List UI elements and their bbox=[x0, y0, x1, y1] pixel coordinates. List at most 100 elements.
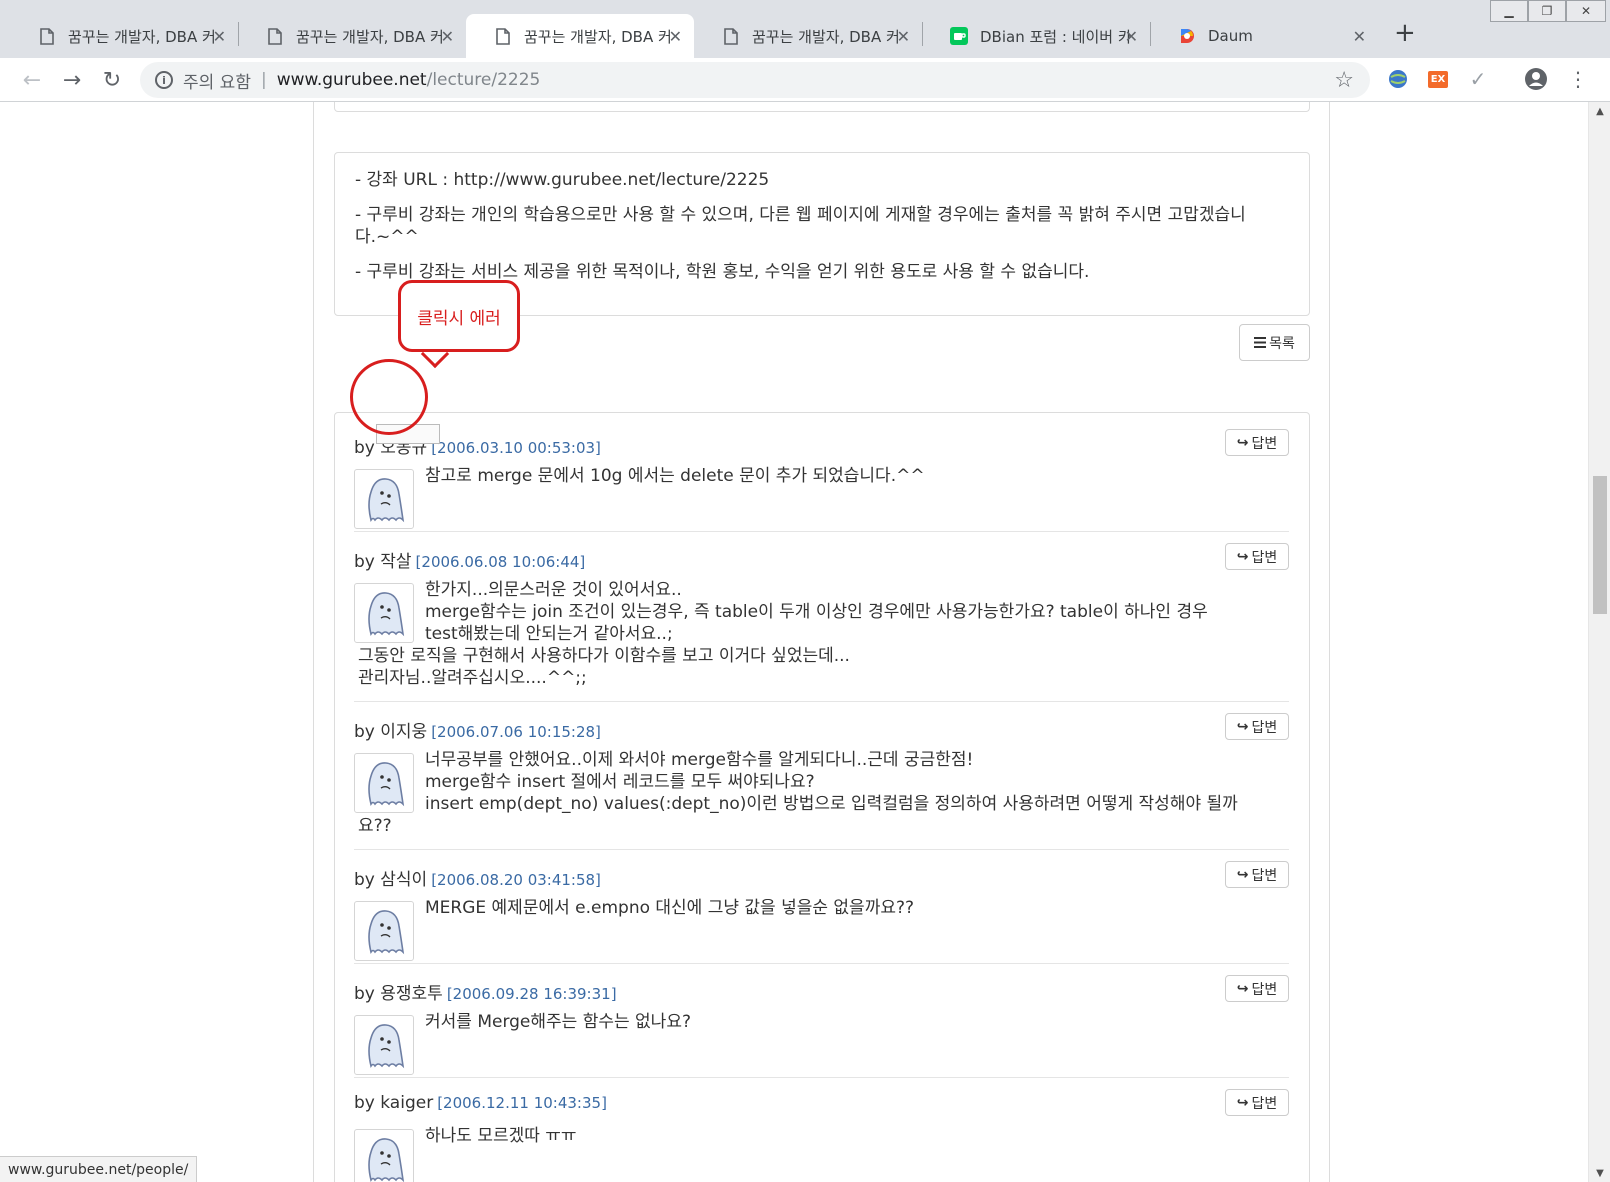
comment-body: 하나도 모르겠따 ㅠㅠ bbox=[354, 1125, 1289, 1147]
comment-body: 참고로 merge 문에서 10g 에서는 delete 문이 추가 되었습니다… bbox=[354, 465, 1289, 487]
comment-body: 너무공부를 안했어요..이제 와서야 merge함수를 알게되다니..근데 궁금… bbox=[354, 749, 1289, 837]
comment-byline: by 작살 [2006.06.08 10:06:44] bbox=[354, 547, 585, 572]
tab-close-icon[interactable]: ✕ bbox=[1125, 27, 1138, 46]
comment-line: 너무공부를 안했어요..이제 와서야 merge함수를 알게되다니..근데 궁금… bbox=[425, 750, 974, 770]
reply-arrow-icon: ↪ bbox=[1236, 434, 1249, 451]
comment-date: [2006.03.10 00:53:03] bbox=[431, 439, 601, 457]
reply-button[interactable]: ↪ 답변 bbox=[1225, 975, 1289, 1002]
browser-tab[interactable]: Daum ✕ bbox=[1150, 14, 1378, 58]
reply-button[interactable]: ↪ 답변 bbox=[1225, 861, 1289, 888]
comment-line: 하나도 모르겠따 ㅠㅠ bbox=[425, 1126, 577, 1146]
by-label: by bbox=[354, 870, 381, 890]
comment-author-link[interactable]: 삼식이 bbox=[380, 870, 427, 890]
comment-byline: by 이지웅 [2006.07.06 10:15:28] bbox=[354, 717, 601, 742]
checkmark-extension-icon[interactable]: ✓ bbox=[1466, 67, 1490, 91]
annotation-circle bbox=[350, 359, 428, 435]
comment-divider bbox=[354, 701, 1289, 702]
tab-close-icon[interactable]: ✕ bbox=[213, 27, 226, 46]
reply-button-label: 답변 bbox=[1251, 867, 1278, 884]
notice-line: - 구루비 강좌는 개인의 학습용으로만 사용 할 수 있으며, 다른 웹 페이… bbox=[355, 205, 1246, 247]
tab-title: Daum bbox=[1208, 27, 1253, 45]
page-icon bbox=[38, 27, 56, 45]
scroll-thumb[interactable] bbox=[1593, 476, 1607, 614]
bookmark-star-icon[interactable]: ☆ bbox=[1334, 68, 1354, 93]
reply-button[interactable]: ↪ 답변 bbox=[1225, 713, 1289, 740]
comment-line: insert emp(dept_no) values(:dept_no)이런 방… bbox=[425, 794, 1238, 814]
back-button[interactable]: ← bbox=[16, 64, 48, 96]
reply-button[interactable]: ↪ 답변 bbox=[1225, 1089, 1289, 1116]
tab-title: 꿈꾸는 개발자, DBA 커 bbox=[752, 27, 900, 46]
address-bar[interactable]: i 주의 요함 | www.gurubee.net/lecture/2225 ☆ bbox=[140, 62, 1370, 98]
comment-body: MERGE 예제문에서 e.empno 대신에 그냥 값을 넣을순 없을까요?? bbox=[354, 897, 1289, 919]
comment-date: [2006.12.11 10:43:35] bbox=[437, 1094, 607, 1112]
notice-line: - 강좌 URL : http://www.gurubee.net/lectur… bbox=[355, 170, 770, 190]
info-icon[interactable]: i bbox=[155, 71, 173, 89]
by-label: by bbox=[354, 552, 381, 572]
tab-close-icon[interactable]: ✕ bbox=[441, 27, 454, 46]
browser-tab[interactable]: 꿈꾸는 개발자, DBA 커 ✕ bbox=[10, 14, 238, 58]
page-icon bbox=[722, 27, 740, 45]
comment-body: 커서를 Merge해주는 함수는 없나요? bbox=[354, 1011, 1289, 1033]
list-icon bbox=[1254, 337, 1267, 348]
by-label: by bbox=[354, 984, 381, 1004]
new-tab-button[interactable]: + bbox=[1394, 18, 1416, 48]
comment-date: [2006.07.06 10:15:28] bbox=[431, 723, 601, 741]
url-path[interactable]: /lecture/2225 bbox=[427, 70, 541, 90]
comment-divider bbox=[354, 531, 1289, 532]
reply-button-label: 답변 bbox=[1251, 719, 1278, 736]
tab-title: 꿈꾸는 개발자, DBA 커 bbox=[296, 27, 444, 46]
comment-date: [2006.09.28 16:39:31] bbox=[446, 985, 617, 1003]
list-button[interactable]: 목록 bbox=[1239, 324, 1310, 361]
comment-author-link[interactable]: 용쟁호투 bbox=[380, 984, 443, 1004]
reply-arrow-icon: ↪ bbox=[1236, 718, 1249, 735]
comment-author-link[interactable]: kaiger bbox=[380, 1093, 433, 1113]
globe-extension-icon[interactable] bbox=[1386, 67, 1410, 91]
comment-author-link[interactable]: 작살 bbox=[380, 552, 411, 572]
maximize-button[interactable]: ❐ bbox=[1528, 0, 1566, 22]
comment-line: 관리자님..알려주십시오....^^;; bbox=[358, 668, 587, 688]
vertical-scrollbar[interactable]: ▲ ▼ bbox=[1588, 102, 1610, 1182]
browser-tab[interactable]: 꿈꾸는 개발자, DBA 커 ✕ bbox=[694, 14, 922, 58]
ex-extension-icon[interactable]: EX bbox=[1426, 67, 1450, 91]
tab-close-icon[interactable]: ✕ bbox=[1353, 27, 1366, 46]
comment-line: merge함수는 join 조건이 있는경우, 즉 table이 두개 이상인 … bbox=[425, 602, 1208, 622]
page-icon bbox=[494, 27, 512, 45]
reply-button-label: 답변 bbox=[1251, 981, 1278, 998]
reply-button[interactable]: ↪ 답변 bbox=[1225, 543, 1289, 570]
comment-line: 커서를 Merge해주는 함수는 없나요? bbox=[425, 1012, 691, 1032]
security-label[interactable]: 주의 요함 bbox=[183, 68, 251, 93]
address-separator: | bbox=[260, 70, 267, 90]
comment-divider bbox=[354, 849, 1289, 850]
scroll-up-arrow-icon[interactable]: ▲ bbox=[1589, 102, 1610, 120]
menu-kebab-icon[interactable]: ⋮ bbox=[1566, 67, 1590, 91]
comment-divider bbox=[354, 963, 1289, 964]
browser-tab[interactable]: DBian 포럼 : 네이버 카 ✕ bbox=[922, 14, 1150, 58]
reply-button[interactable]: ↪ 답변 bbox=[1225, 429, 1289, 456]
comment-line: 한가지...의문스러운 것이 있어서요.. bbox=[425, 580, 682, 600]
reply-arrow-icon: ↪ bbox=[1236, 980, 1249, 997]
url-host[interactable]: www.gurubee.net bbox=[277, 70, 427, 90]
comment-line: 요?? bbox=[358, 816, 392, 836]
tab-title: DBian 포럼 : 네이버 카 bbox=[980, 27, 1132, 46]
forward-button[interactable]: → bbox=[56, 64, 88, 96]
callout-tail-join bbox=[420, 341, 450, 349]
browser-tab[interactable]: 꿈꾸는 개발자, DBA 커 ✕ bbox=[238, 14, 466, 58]
scroll-down-arrow-icon[interactable]: ▼ bbox=[1589, 1164, 1610, 1182]
browser-tab[interactable]: 꿈꾸는 개발자, DBA 커 ✕ bbox=[466, 14, 694, 58]
daum-icon bbox=[1178, 27, 1196, 45]
comment-date: [2006.06.08 10:06:44] bbox=[415, 553, 586, 571]
page-viewport: - 강좌 URL : http://www.gurubee.net/lectur… bbox=[0, 102, 1588, 1182]
window-close-button[interactable]: ✕ bbox=[1566, 0, 1606, 22]
profile-avatar-icon[interactable] bbox=[1524, 67, 1548, 91]
comment-author-link[interactable]: 이지웅 bbox=[380, 722, 427, 742]
minimize-button[interactable]: ▁ bbox=[1490, 0, 1528, 22]
tab-close-icon[interactable]: ✕ bbox=[669, 27, 682, 46]
naver-cafe-icon bbox=[950, 27, 968, 45]
comment-line: merge함수 insert 절에서 레코드를 모두 써야되나요? bbox=[425, 772, 815, 792]
reload-button[interactable]: ↻ bbox=[96, 64, 128, 96]
reply-button-label: 답변 bbox=[1251, 435, 1278, 452]
tab-close-icon[interactable]: ✕ bbox=[897, 27, 910, 46]
reply-arrow-icon: ↪ bbox=[1236, 1094, 1249, 1111]
browser-tab-bar: 꿈꾸는 개발자, DBA 커 ✕ 꿈꾸는 개발자, DBA 커 ✕ 꿈꾸는 개발자, D… bbox=[0, 0, 1610, 58]
comment-divider bbox=[354, 1077, 1289, 1078]
